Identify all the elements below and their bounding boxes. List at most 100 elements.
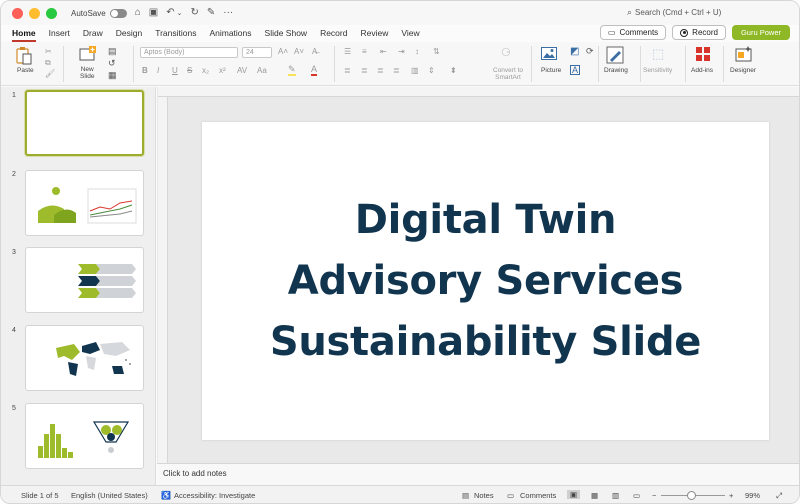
strikethrough-icon[interactable]: S — [187, 66, 192, 75]
new-slide-icon[interactable] — [79, 46, 97, 64]
home-icon[interactable]: ⌂ — [135, 8, 141, 18]
record-button[interactable]: Record — [672, 25, 726, 40]
notes-pane[interactable]: Click to add notes — [157, 463, 799, 485]
slideshow-icon[interactable]: ▭ — [633, 491, 640, 500]
superscript-icon[interactable]: x² — [219, 66, 226, 75]
redo-icon[interactable]: ↻ — [190, 8, 198, 18]
char-spacing-icon[interactable]: AV — [237, 66, 247, 75]
normal-view-icon[interactable]: ▣ — [567, 490, 581, 499]
numbering-icon[interactable]: ≡ — [362, 47, 367, 56]
tab-animations[interactable]: Animations — [209, 25, 251, 42]
shapes-icon[interactable]: ◩ — [570, 46, 579, 57]
slide-title-line-1[interactable]: Digital Twin — [355, 190, 617, 251]
italic-icon[interactable]: I — [157, 66, 159, 75]
picture-label: Picture — [541, 67, 562, 74]
paste-icon[interactable] — [15, 46, 33, 66]
comments-toggle[interactable]: Comments — [520, 491, 556, 500]
tab-view[interactable]: View — [401, 25, 419, 42]
guru-power-button[interactable]: Guru Power — [731, 25, 790, 40]
tab-insert[interactable]: Insert — [49, 25, 70, 42]
slide-thumbnail-2[interactable] — [25, 170, 144, 236]
vertical-align-icon[interactable]: ⬍ — [450, 66, 457, 75]
tab-review[interactable]: Review — [360, 25, 388, 42]
slide-title-line-2[interactable]: Advisory Services — [288, 251, 684, 312]
font-color-icon[interactable]: A — [311, 65, 318, 76]
fit-slide-icon[interactable]: ⤢ — [776, 491, 782, 501]
increase-font-icon[interactable]: A˄ — [278, 47, 288, 56]
search-box[interactable]: ⌕ Search (Cmd + Ctrl + U) — [627, 7, 721, 18]
zoom-out-icon[interactable]: − — [652, 491, 656, 500]
drawing-icon[interactable] — [606, 46, 624, 64]
format-painter-icon[interactable]: 🖌 — [45, 69, 55, 78]
reading-view-icon[interactable]: ▥ — [612, 491, 619, 500]
notes-toggle[interactable]: Notes — [474, 491, 494, 500]
bullets-icon[interactable]: ☰ — [344, 47, 351, 56]
section-icon[interactable]: ▦ — [108, 70, 117, 81]
zoom-slider-handle[interactable] — [687, 491, 696, 500]
decrease-font-icon[interactable]: A˅ — [294, 47, 304, 56]
chevron-down-icon[interactable]: ⌄ — [177, 10, 183, 17]
change-case-icon[interactable]: Aa — [257, 66, 267, 75]
underline-icon[interactable]: U — [172, 66, 178, 75]
align-text-icon[interactable]: ⇕ — [428, 66, 435, 75]
sensitivity-icon[interactable]: ⬚ — [652, 46, 664, 62]
powerpoint-window: AutoSave ⌂ ▣ ↶ ⌄ ↻ ✎ ··· ⌕ Search (Cmd +… — [0, 0, 800, 504]
layout-icon[interactable]: ▤ — [108, 46, 117, 57]
slide-title-line-3[interactable]: Sustainability Slide — [270, 312, 702, 373]
save-icon[interactable]: ▣ — [149, 8, 158, 18]
tab-record[interactable]: Record — [320, 25, 347, 42]
record-button-label: Record — [692, 28, 718, 37]
columns-icon[interactable]: ▥ — [411, 66, 419, 75]
zoom-in-icon[interactable]: + — [729, 491, 733, 500]
align-left-icon[interactable]: ≣ — [344, 66, 351, 75]
comment-icon: ▭ — [507, 491, 515, 500]
language-indicator[interactable]: English (United States) — [71, 491, 148, 500]
justify-icon[interactable]: ≣ — [393, 66, 400, 75]
cut-icon[interactable]: ✂ — [45, 47, 52, 56]
line-spacing-icon[interactable]: ↕ — [415, 47, 419, 56]
horizontal-ruler[interactable] — [158, 87, 799, 97]
font-size-select[interactable]: 24 — [242, 47, 272, 58]
slide-sorter-icon[interactable]: ▦ — [591, 491, 598, 500]
highlight-icon[interactable]: ✎ — [288, 65, 296, 76]
subscript-icon[interactable]: x₂ — [202, 66, 209, 75]
copy-icon[interactable]: ⧉ — [45, 58, 51, 68]
tab-draw[interactable]: Draw — [83, 25, 103, 42]
reset-icon[interactable]: ↺ — [108, 58, 116, 69]
close-window-button[interactable] — [12, 7, 23, 19]
tab-home[interactable]: Home — [12, 25, 36, 42]
align-right-icon[interactable]: ≣ — [377, 66, 384, 75]
slide-thumbnail-5[interactable] — [25, 403, 144, 469]
accessibility-status[interactable]: Accessibility: Investigate — [174, 491, 255, 500]
comments-button[interactable]: ▭ Comments — [599, 25, 667, 40]
edit-icon[interactable]: ✎ — [207, 8, 215, 18]
text-direction-icon[interactable]: ⇅ — [433, 47, 440, 56]
increase-indent-icon[interactable]: ⇥ — [398, 47, 405, 56]
align-center-icon[interactable]: ≣ — [361, 66, 368, 75]
autosave-toggle[interactable] — [109, 8, 127, 18]
minimize-window-button[interactable] — [29, 7, 40, 19]
decrease-indent-icon[interactable]: ⇤ — [380, 47, 387, 56]
vertical-ruler[interactable] — [158, 97, 168, 463]
slide-canvas[interactable]: Digital Twin Advisory Services Sustainab… — [202, 122, 769, 440]
clear-format-icon[interactable]: A̶ — [312, 47, 317, 56]
slide-thumbnail-4[interactable] — [25, 325, 144, 391]
bold-icon[interactable]: B — [142, 66, 148, 75]
designer-icon[interactable] — [735, 46, 753, 62]
smartart-icon[interactable]: ⚆ — [501, 46, 511, 59]
add-ins-icon[interactable] — [695, 46, 711, 62]
more-icon[interactable]: ··· — [223, 8, 233, 18]
text-box-icon[interactable]: A — [570, 65, 581, 75]
font-name-select[interactable]: Aptos (Body) — [140, 47, 238, 58]
tab-transitions[interactable]: Transitions — [155, 25, 196, 42]
picture-icon[interactable] — [541, 47, 557, 60]
slide-thumbnail-1[interactable] — [25, 90, 144, 156]
tab-slide-show[interactable]: Slide Show — [265, 25, 308, 42]
zoom-level[interactable]: 99% — [745, 491, 760, 500]
slide-thumbnail-3[interactable] — [25, 247, 144, 313]
undo-icon[interactable]: ↶ — [166, 8, 174, 18]
arrange-icon[interactable]: ⟳ — [586, 46, 594, 57]
ribbon-separator — [63, 46, 64, 82]
maximize-window-button[interactable] — [46, 7, 57, 19]
tab-design[interactable]: Design — [116, 25, 142, 42]
